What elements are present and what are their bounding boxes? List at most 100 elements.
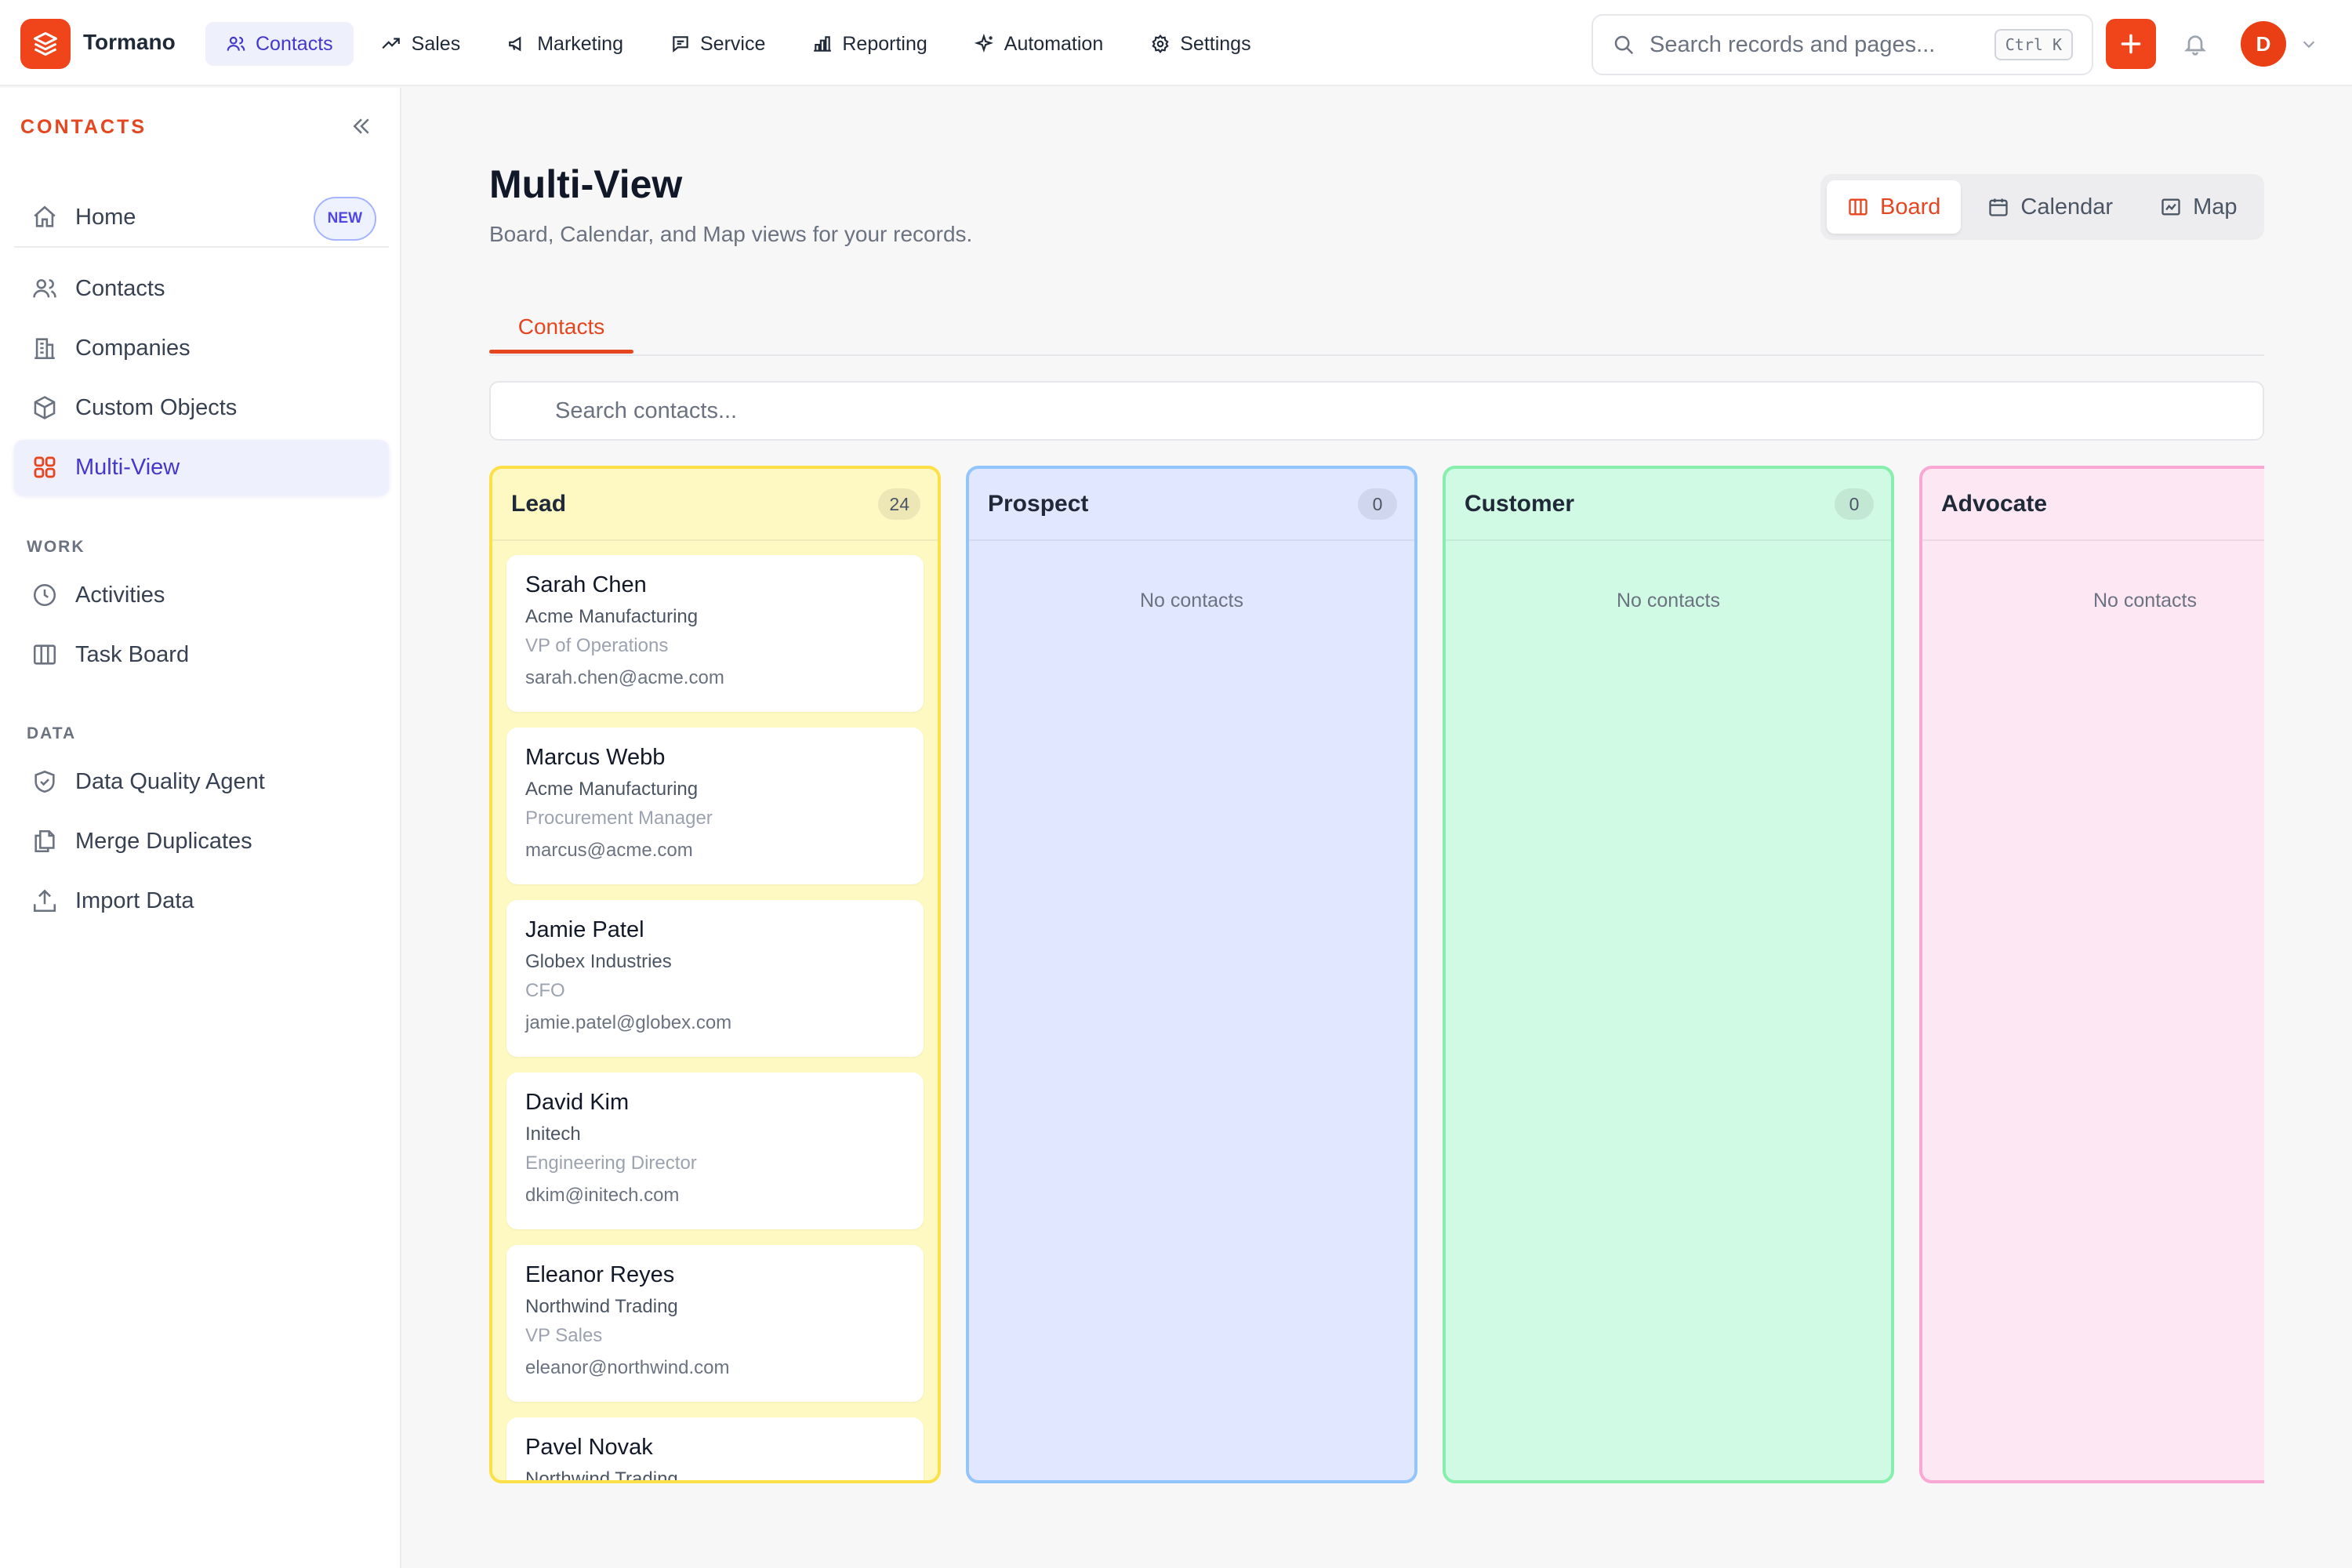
user-menu[interactable]: D: [2241, 17, 2338, 71]
column-count: 0: [1358, 488, 1397, 520]
contact-company: Acme Manufacturing: [525, 779, 699, 800]
contact-role: Engineering Director: [525, 1152, 697, 1174]
nav-service[interactable]: Service: [650, 22, 786, 66]
contact-role: CFO: [525, 980, 565, 1001]
contact-name: David Kim: [525, 1090, 630, 1115]
users-icon: [33, 279, 56, 298]
users-icon: [227, 36, 245, 51]
calendar-view-button[interactable]: Calendar: [1967, 180, 2133, 234]
nav-contacts[interactable]: Contacts: [205, 22, 354, 66]
nav-reporting[interactable]: Reporting: [792, 22, 947, 66]
sidebar-item-label: Home: [75, 204, 136, 230]
column-count: 24: [878, 488, 920, 520]
contact-card[interactable]: Jamie Patel Globex Industries CFO jamie.…: [506, 900, 924, 1057]
new-badge: NEW: [313, 197, 376, 241]
column-header: Customer 0: [1446, 469, 1891, 541]
sidebar-item-label: Activities: [75, 582, 165, 608]
contact-role: VP Sales: [525, 1325, 603, 1346]
nav-sales[interactable]: Sales: [360, 22, 481, 66]
board-view-button[interactable]: Board: [1827, 180, 1962, 234]
map-view-button[interactable]: Map: [2140, 180, 2257, 234]
bar-chart-icon: [814, 36, 832, 52]
contact-card[interactable]: Eleanor Reyes Northwind Trading VP Sales…: [506, 1245, 924, 1402]
notifications-button[interactable]: [2170, 19, 2220, 69]
column-title: Lead: [511, 491, 567, 517]
contact-name: Marcus Webb: [525, 745, 666, 770]
add-button[interactable]: [2106, 19, 2156, 69]
contact-card[interactable]: Marcus Webb Acme Manufacturing Procureme…: [506, 728, 924, 884]
sidebar-item-label: Custom Objects: [75, 394, 238, 420]
nav-label: Sales: [411, 32, 461, 55]
sidebar-item-label: Contacts: [75, 275, 165, 301]
sidebar-item-label: Task Board: [75, 641, 190, 667]
collapse-sidebar-button[interactable]: [350, 114, 373, 138]
contact-search-input[interactable]: Search contacts...: [489, 381, 2264, 441]
nav-label: Service: [699, 32, 766, 55]
sidebar-title: CONTACTS: [20, 116, 147, 138]
view-label: Calendar: [2020, 194, 2114, 220]
sidebar-item-home[interactable]: Home NEW: [14, 190, 389, 245]
column-header: Advocate: [1922, 469, 2264, 541]
view-switcher: Board Calendar Map: [1820, 174, 2264, 240]
building-icon: [34, 338, 55, 360]
sidebar-item-multi-view[interactable]: Multi-View: [14, 440, 389, 495]
contact-name: Jamie Patel: [525, 917, 644, 942]
sidebar-item-label: Companies: [75, 335, 191, 361]
sidebar-item-data-quality-agent[interactable]: Data Quality Agent: [14, 754, 389, 809]
kanban-board: Lead 24 Sarah Chen Acme Manufacturing VP…: [489, 466, 2264, 1485]
view-label: Board: [1880, 194, 1941, 220]
shield-check-icon: [34, 770, 55, 793]
page-title: Multi-View: [489, 162, 683, 206]
app-logo[interactable]: [20, 19, 71, 69]
column-title: Advocate: [1941, 491, 2048, 517]
sidebar-item-task-board[interactable]: Task Board: [14, 627, 389, 682]
calendar-icon: [1989, 198, 2009, 216]
column-count: 0: [1835, 488, 1874, 520]
contact-name: Pavel Novak: [525, 1435, 653, 1460]
nav-label: Contacts: [256, 32, 333, 55]
nav-automation[interactable]: Automation: [954, 22, 1123, 66]
contact-email: eleanor@northwind.com: [525, 1357, 730, 1378]
sidebar-item-activities[interactable]: Activities: [14, 568, 389, 622]
sidebar-section-data: DATA: [27, 724, 77, 742]
nav-marketing[interactable]: Marketing: [487, 22, 644, 66]
global-search[interactable]: Search records and pages... Ctrl K: [1592, 14, 2093, 75]
contact-role: Procurement Manager: [525, 808, 713, 829]
contact-email: sarah.chen@acme.com: [525, 667, 724, 688]
nav-settings[interactable]: Settings: [1130, 22, 1271, 66]
column-header: Lead 24: [492, 469, 938, 541]
chat-icon: [673, 36, 688, 53]
search-input[interactable]: Search records and pages...: [1650, 32, 1980, 58]
sidebar-item-companies[interactable]: Companies: [14, 321, 389, 376]
sidebar-item-label: Multi-View: [75, 454, 180, 480]
top-nav: Contacts Sales Marketing Service Reporti…: [205, 22, 1272, 66]
contact-company: Northwind Trading: [525, 1468, 678, 1483]
top-bar: Tormano Contacts Sales Marketing Service…: [0, 0, 2352, 86]
view-label: Map: [2193, 194, 2238, 220]
sidebar-divider: [14, 246, 389, 248]
column-prospect: Prospect 0 No contacts: [966, 466, 1417, 1483]
board-icon: [1849, 198, 1867, 216]
tab-divider: [489, 354, 2264, 356]
contact-company: Acme Manufacturing: [525, 606, 699, 627]
sidebar-item-contacts[interactable]: Contacts: [14, 261, 389, 316]
contact-email: dkim@initech.com: [525, 1185, 680, 1206]
contact-card[interactable]: David Kim Initech Engineering Director d…: [506, 1073, 924, 1229]
avatar: D: [2241, 21, 2286, 67]
tab-contacts[interactable]: Contacts: [489, 299, 633, 354]
sidebar-item-label: Merge Duplicates: [75, 828, 252, 854]
bell-icon: [2184, 35, 2206, 56]
sidebar-item-custom-objects[interactable]: Custom Objects: [14, 380, 389, 435]
column-header: Prospect 0: [969, 469, 1414, 541]
copy-icon: [34, 829, 55, 853]
grid-icon: [34, 456, 56, 478]
sidebar-item-merge-duplicates[interactable]: Merge Duplicates: [14, 814, 389, 869]
chevrons-left-icon: [353, 118, 369, 134]
contact-card[interactable]: Pavel Novak Northwind Trading: [506, 1417, 924, 1483]
sidebar-item-import-data[interactable]: Import Data: [14, 873, 389, 928]
column-title: Customer: [1465, 491, 1575, 517]
tab-active-indicator: [489, 350, 633, 354]
empty-state: No contacts: [1139, 590, 1243, 612]
contact-card[interactable]: Sarah Chen Acme Manufacturing VP of Oper…: [506, 555, 924, 712]
keyboard-shortcut: Ctrl K: [1994, 29, 2073, 60]
